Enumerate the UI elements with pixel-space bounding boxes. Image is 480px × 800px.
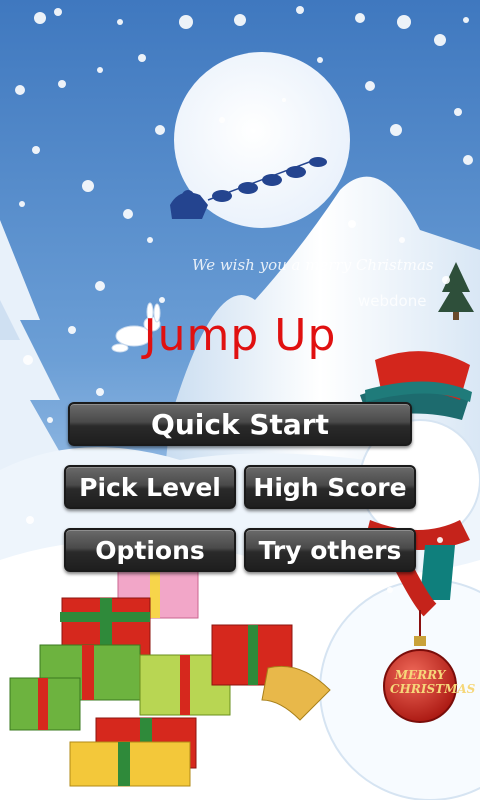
quick-start-button[interactable]: Quick Start [68, 402, 412, 446]
try-others-button[interactable]: Try others [244, 528, 416, 572]
watermark-logo: webdone [358, 292, 427, 310]
options-button[interactable]: Options [64, 528, 236, 572]
greeting-text: We wish you a merry Christmas [192, 256, 434, 274]
high-score-button[interactable]: High Score [244, 465, 416, 509]
game-title: Jump Up [143, 310, 337, 361]
pick-level-button[interactable]: Pick Level [64, 465, 236, 509]
ornament-label: MERRY CHRISTMAS [390, 668, 476, 696]
